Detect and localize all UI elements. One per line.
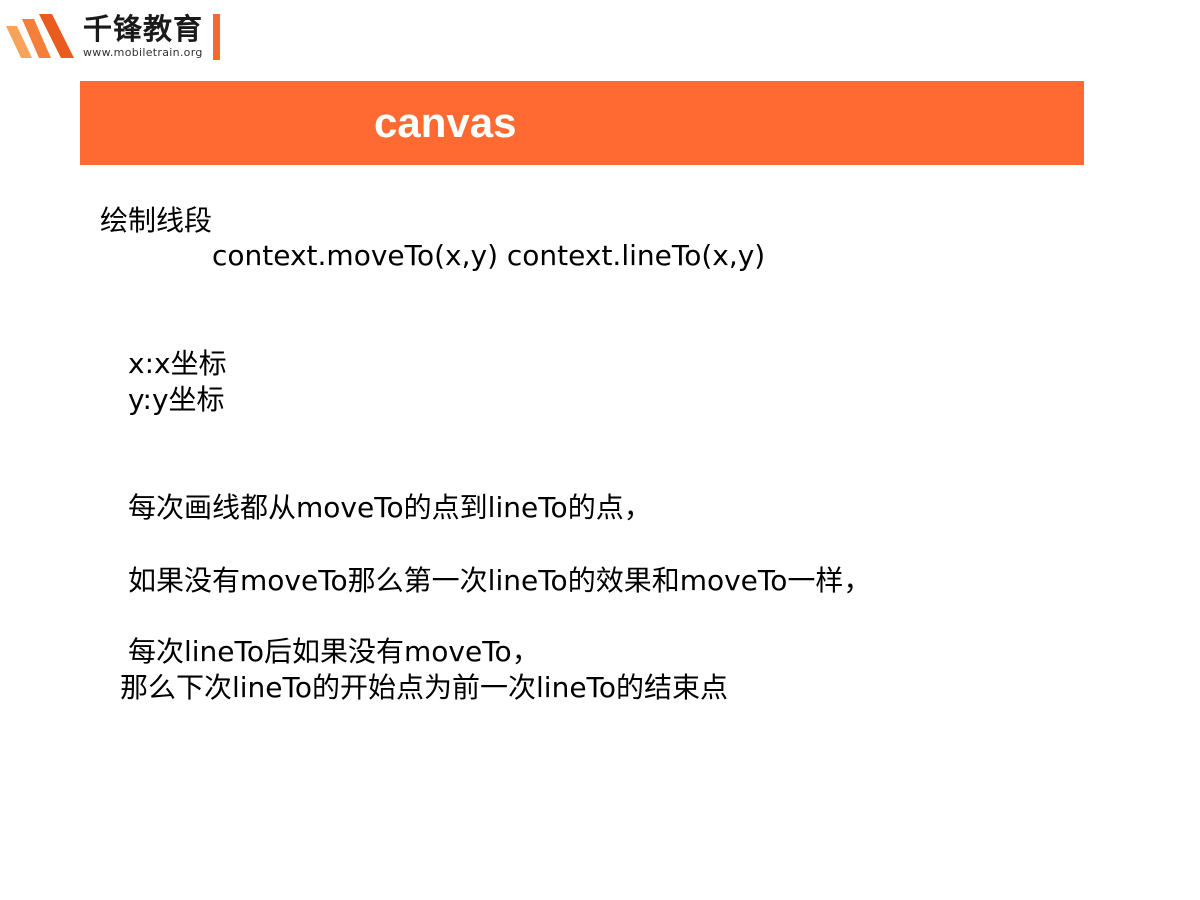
brand-logo: 千锋教育 www.mobiletrain.org [6,12,226,64]
slide-title: canvas [374,99,517,146]
note-line-3a: 每次lineTo后如果没有moveTo， [128,635,540,668]
logo-accent-bar [213,14,220,60]
param-x: x:x坐标 [128,347,227,380]
title-banner: canvas [80,81,1084,165]
section-heading: 绘制线段 [100,204,213,237]
logo-url: www.mobiletrain.org [83,46,203,59]
method-signatures: context.moveTo(x,y) context.lineTo(x,y) [212,239,766,272]
param-y: y:y坐标 [128,383,225,416]
note-line-1: 每次画线都从moveTo的点到lineTo的点， [128,491,652,524]
note-line-2: 如果没有moveTo那么第一次lineTo的效果和moveTo一样， [128,564,872,597]
logo-mark-icon [6,14,74,58]
note-line-3b: 那么下次lineTo的开始点为前一次lineTo的结束点 [120,671,729,704]
logo-brand-name: 千锋教育 [83,12,204,46]
